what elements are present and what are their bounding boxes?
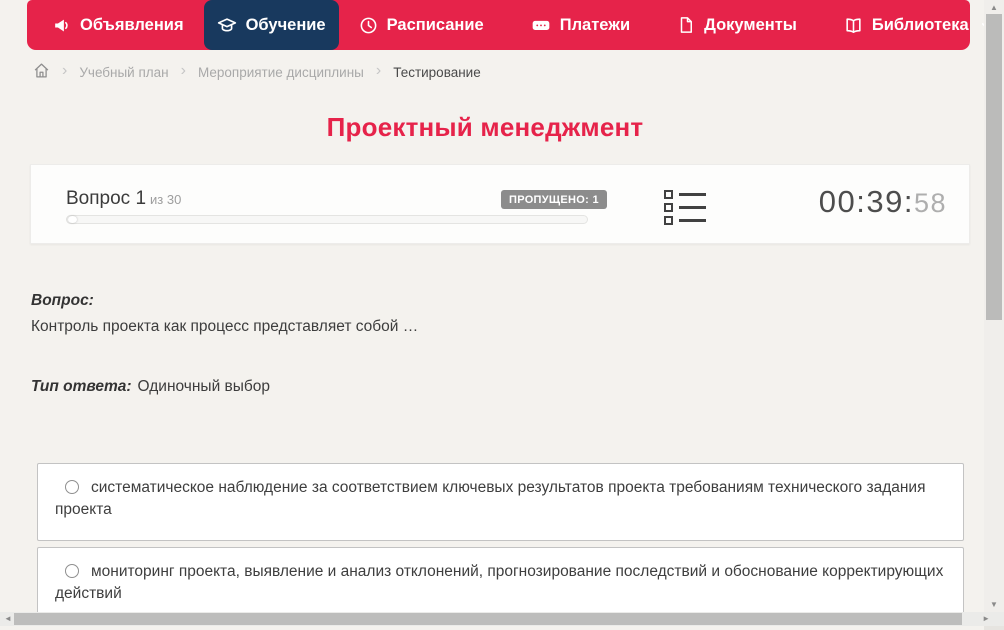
scroll-left-arrow-icon[interactable]: ◄ <box>4 613 12 625</box>
scroll-up-arrow-icon[interactable]: ▲ <box>984 3 1004 12</box>
question-progress-bar <box>66 215 588 224</box>
graduation-cap-icon <box>217 15 237 35</box>
list-square <box>664 203 673 212</box>
question-header-card: Вопрос 1 из 30 ПРОПУЩЕНО: 1 00:39:58 <box>30 164 970 244</box>
radio-button[interactable] <box>65 564 79 578</box>
list-square <box>664 216 673 225</box>
countdown-timer: 00:39:58 <box>819 184 947 220</box>
nav-item-learning[interactable]: Обучение <box>203 0 339 50</box>
vertical-scrollbar[interactable]: ▲ ▼ <box>984 0 1004 612</box>
question-text: Контроль проекта как процесс представляе… <box>31 318 419 335</box>
page-title: Проектный менеджмент <box>326 112 644 142</box>
document-icon <box>677 16 695 34</box>
question-number-label: Вопрос 1 <box>66 188 147 209</box>
horizontal-scrollbar[interactable]: ◄ ► <box>0 612 1004 626</box>
scroll-right-arrow-icon[interactable]: ► <box>982 613 990 625</box>
breadcrumb-item-testing: Тестирование <box>393 64 481 80</box>
nav-item-payments[interactable]: Платежи <box>518 0 643 50</box>
home-icon[interactable] <box>33 62 50 82</box>
nav-item-label: Расписание <box>386 15 484 34</box>
breadcrumb: › Учебный план › Мероприятие дисциплины … <box>33 63 481 81</box>
nav-item-announcements[interactable]: Объявления <box>39 0 197 50</box>
nav-item-label: Обучение <box>245 15 326 34</box>
main-navbar: Объявления Обучение Расписание Платежи Д… <box>27 0 991 50</box>
megaphone-icon <box>52 16 71 35</box>
nav-item-label: Платежи <box>559 15 631 34</box>
breadcrumb-item-curriculum[interactable]: Учебный план <box>79 65 168 80</box>
progress-knob <box>68 216 77 223</box>
radio-button[interactable] <box>65 480 79 494</box>
answer-type-row: Тип ответа: Одиночный выбор <box>31 378 270 396</box>
breadcrumb-separator-icon: › <box>62 62 68 79</box>
scroll-down-arrow-icon[interactable]: ▼ <box>984 600 1004 609</box>
breadcrumb-separator-icon: › <box>375 62 382 79</box>
nav-item-label: Документы <box>704 15 797 34</box>
breadcrumb-separator-icon: › <box>180 62 186 79</box>
list-line <box>679 193 706 196</box>
timer-seconds: 58 <box>913 188 947 218</box>
timer-hours-minutes: 00:39: <box>818 184 914 219</box>
nav-item-label: Библиотека <box>871 15 969 34</box>
banknote-icon <box>531 15 551 35</box>
answer-type-label: Тип ответа: <box>31 378 132 395</box>
nav-item-library[interactable]: Библиотека <box>831 0 1004 50</box>
nav-item-label: Объявления <box>80 15 184 34</box>
answer-option-text: систематическое наблюдение за соответств… <box>55 479 926 518</box>
nav-item-documents[interactable]: Документы <box>664 0 810 50</box>
clock-icon <box>359 16 378 35</box>
question-number: Вопрос 1 из 30 <box>66 188 181 210</box>
vertical-scrollbar-thumb[interactable] <box>986 14 1002 320</box>
question-total: из 30 <box>150 192 182 207</box>
nav-item-schedule[interactable]: Расписание <box>346 0 497 50</box>
list-line <box>679 206 706 209</box>
list-square <box>664 190 673 199</box>
answer-option-1[interactable]: систематическое наблюдение за соответств… <box>37 463 964 541</box>
book-icon <box>844 16 863 35</box>
question-list-icon[interactable] <box>664 190 712 229</box>
breadcrumb-item-event[interactable]: Мероприятие дисциплины <box>198 65 364 80</box>
answer-option-text: мониторинг проекта, выявление и анализ о… <box>55 563 944 602</box>
answer-type-value: Одиночный выбор <box>137 378 271 395</box>
skipped-badge: ПРОПУЩЕНО: 1 <box>501 190 607 209</box>
question-heading: Вопрос: <box>31 292 94 309</box>
list-line <box>679 219 706 222</box>
horizontal-scrollbar-thumb[interactable] <box>14 613 962 625</box>
